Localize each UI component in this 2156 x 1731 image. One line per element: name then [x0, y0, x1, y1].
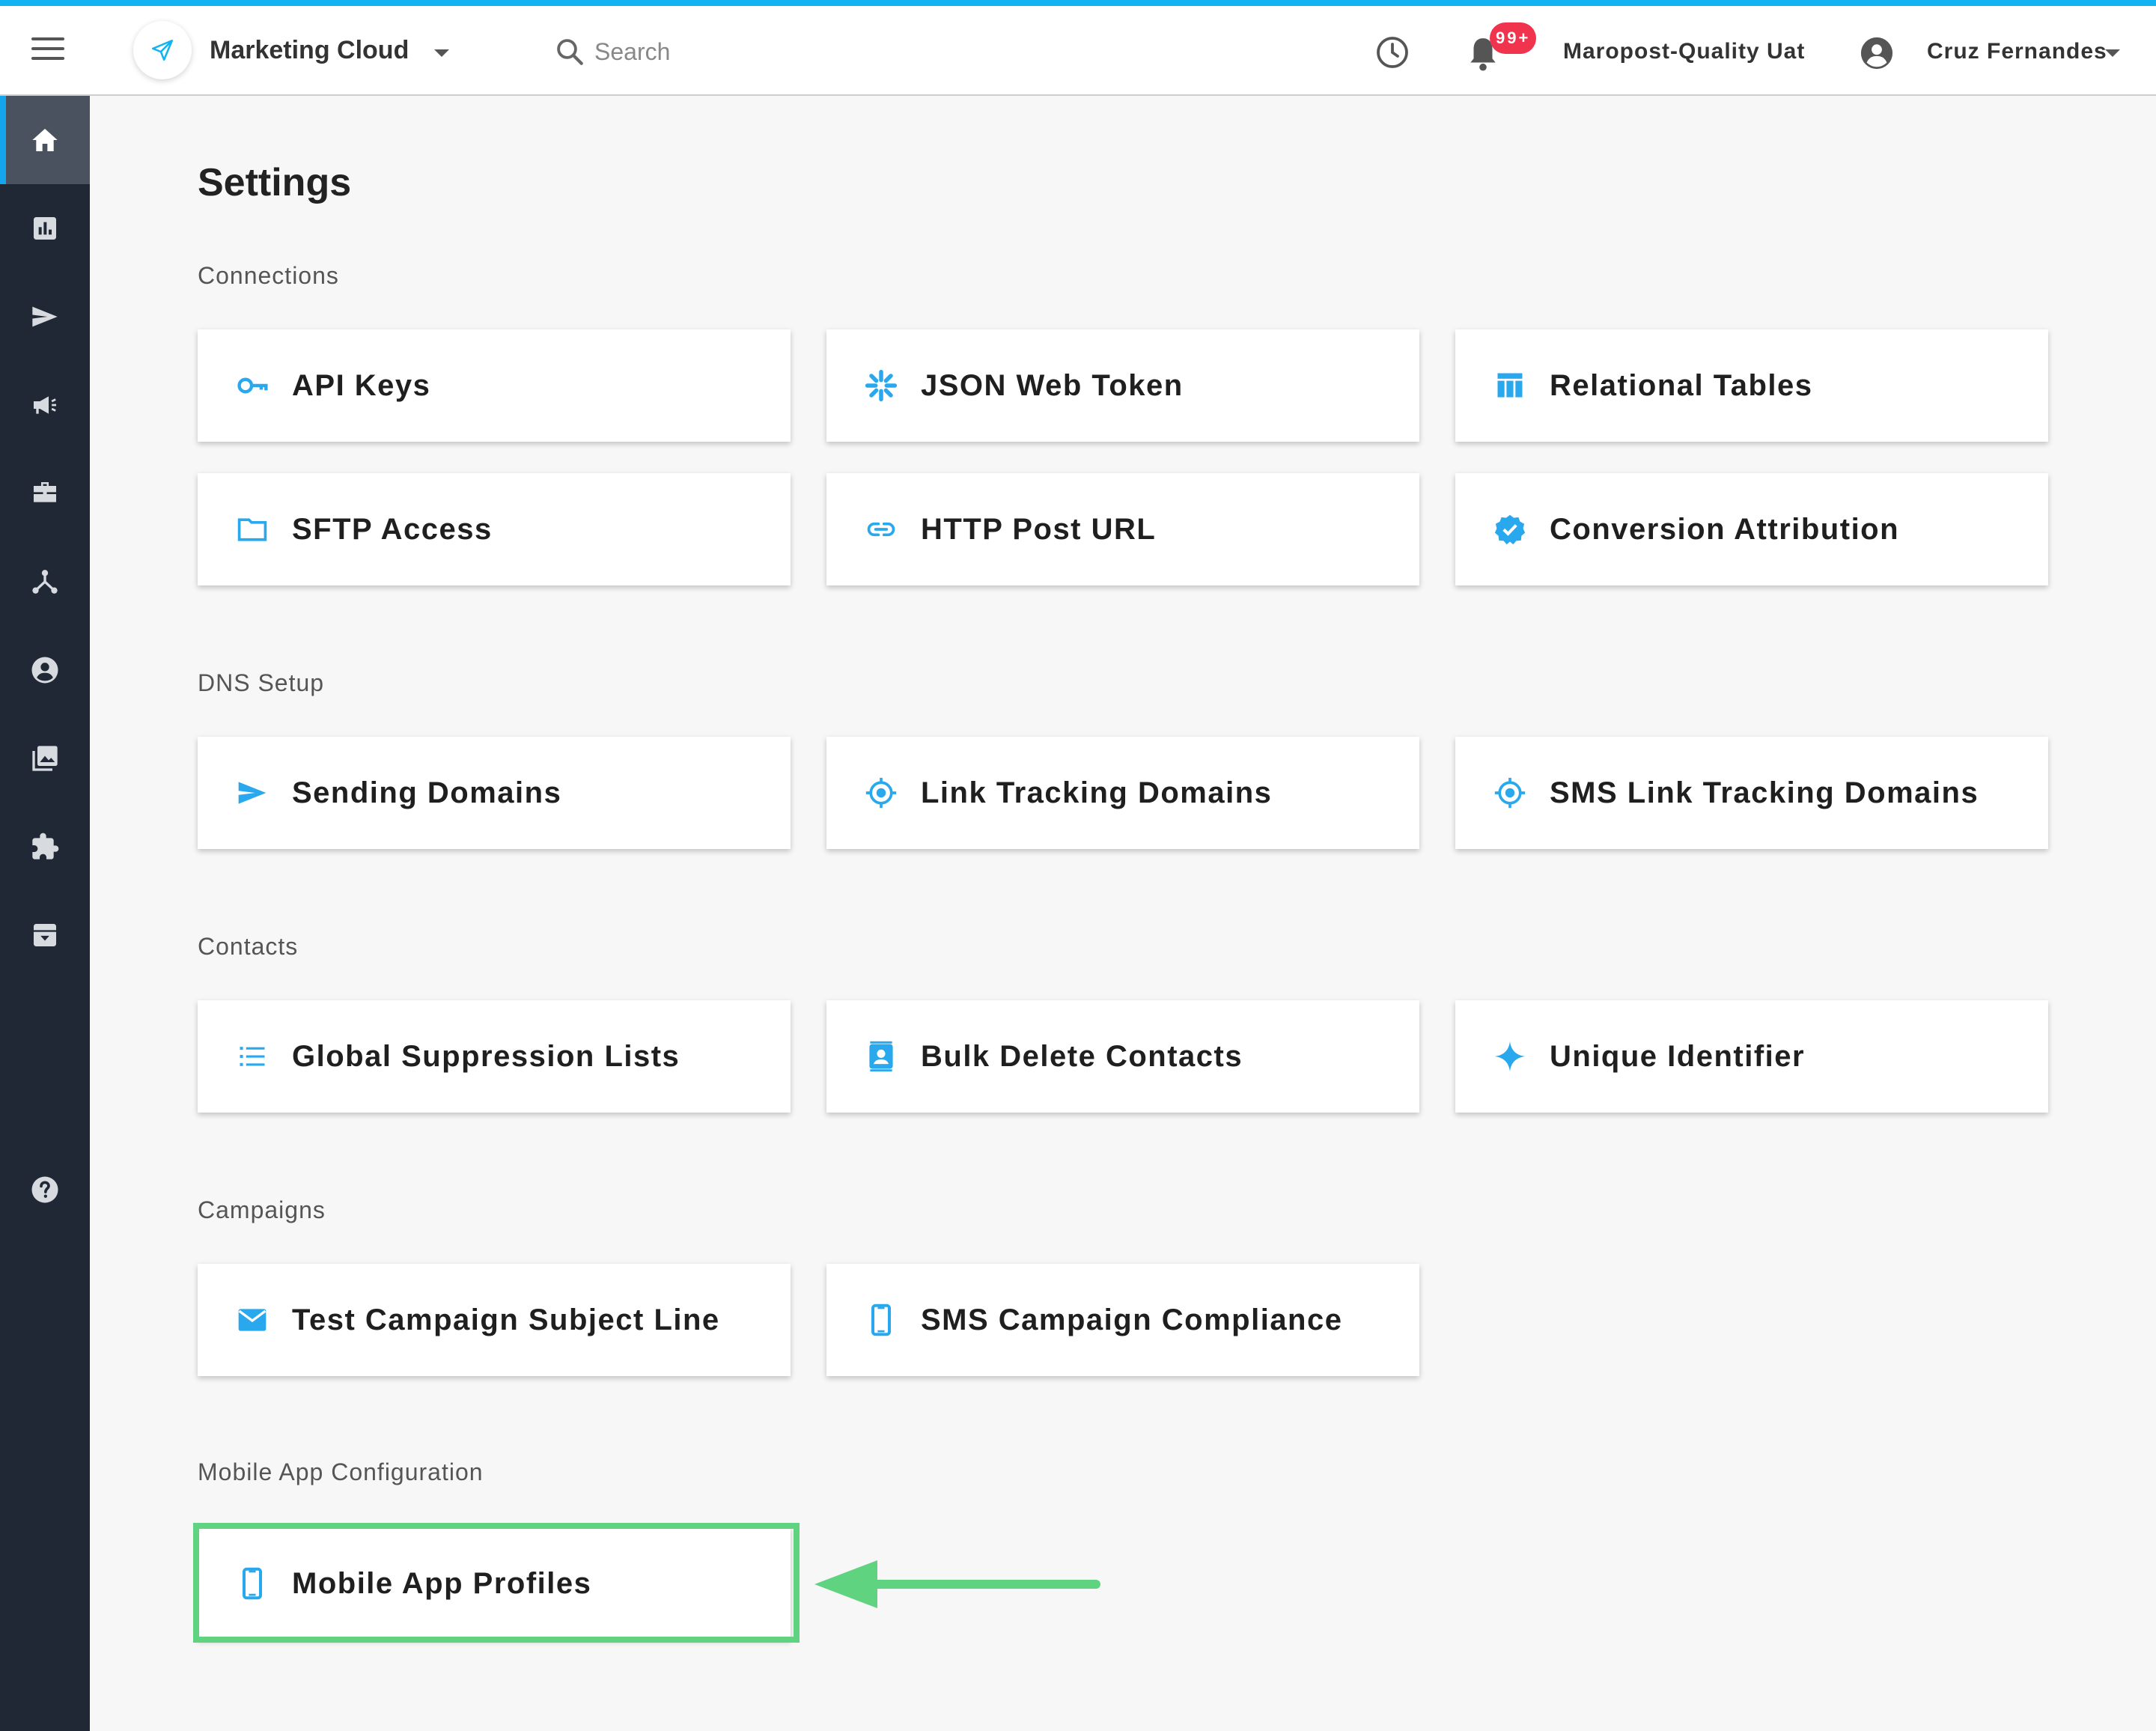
card-label: Link Tracking Domains — [921, 776, 1273, 809]
app-switcher[interactable]: Marketing Cloud — [210, 36, 409, 65]
sidebar-item-send[interactable] — [0, 273, 90, 361]
top-bar: Marketing Cloud 99+ Maropost-Quality Uat… — [0, 6, 2156, 96]
card-bulk-delete-contacts[interactable]: Bulk Delete Contacts — [826, 1000, 1419, 1113]
send-icon — [32, 306, 58, 327]
home-icon — [32, 129, 58, 151]
card-label: Global Suppression Lists — [292, 1039, 680, 1073]
card-label: Conversion Attribution — [1550, 512, 1900, 546]
card-global-suppression-lists[interactable]: Global Suppression Lists — [198, 1000, 791, 1113]
annotation-arrow-shaft — [861, 1580, 1100, 1589]
card-relational-tables[interactable]: Relational Tables — [1455, 329, 2048, 442]
top-accent-stripe — [0, 0, 2156, 6]
search-input[interactable] — [593, 37, 776, 67]
user-menu[interactable]: Cruz Fernandes — [1927, 39, 2107, 64]
user-avatar-icon[interactable] — [1860, 36, 1894, 70]
card-api-keys[interactable]: API Keys — [198, 329, 791, 442]
card-label: Relational Tables — [1550, 368, 1813, 402]
card-conversion-attribution[interactable]: Conversion Attribution — [1455, 473, 2048, 585]
card-label: SFTP Access — [292, 512, 493, 546]
search-icon — [557, 39, 583, 65]
sidebar-item-campaigns[interactable] — [0, 361, 90, 449]
section-title-dns-setup: DNS Setup — [198, 669, 325, 696]
search-bar[interactable] — [554, 33, 779, 70]
chevron-down-icon[interactable] — [2105, 49, 2120, 57]
table-icon — [1493, 368, 1527, 403]
card-label: Test Campaign Subject Line — [292, 1303, 720, 1336]
link-icon — [864, 512, 898, 547]
card-sms-campaign-compliance[interactable]: SMS Campaign Compliance — [826, 1264, 1419, 1376]
app-logo[interactable] — [133, 21, 192, 79]
card-test-campaign-subject-line[interactable]: Test Campaign Subject Line — [198, 1264, 791, 1376]
briefcase-icon — [34, 482, 56, 502]
media-library-icon — [32, 746, 58, 771]
card-sending-domains[interactable]: Sending Domains — [198, 737, 791, 849]
section-title-mobile-app-configuration: Mobile App Configuration — [198, 1458, 484, 1485]
mail-icon — [235, 1303, 270, 1337]
phone-icon — [864, 1303, 898, 1337]
card-label: HTTP Post URL — [921, 512, 1157, 546]
account-name[interactable]: Maropost-Quality Uat — [1563, 39, 1805, 64]
card-http-post-url[interactable]: HTTP Post URL — [826, 473, 1419, 585]
send-icon — [235, 776, 270, 810]
sidebar-item-extensions[interactable] — [0, 803, 90, 891]
sidebar-item-journeys[interactable] — [0, 538, 90, 626]
card-label: Sending Domains — [292, 776, 562, 809]
sidebar-item-help[interactable] — [0, 1146, 90, 1234]
target-icon — [864, 776, 898, 810]
sidebar-item-contacts[interactable] — [0, 626, 90, 714]
folder-icon — [235, 512, 270, 547]
card-link-tracking-domains[interactable]: Link Tracking Domains — [826, 737, 1419, 849]
card-label: JSON Web Token — [921, 368, 1184, 402]
key-icon — [235, 368, 270, 403]
card-label: SMS Link Tracking Domains — [1550, 776, 1979, 809]
section-title-connections: Connections — [198, 262, 339, 289]
target-icon — [1493, 776, 1527, 810]
sidebar-item-business[interactable] — [0, 449, 90, 538]
section-title-campaigns: Campaigns — [198, 1196, 326, 1223]
help-icon — [31, 1176, 58, 1203]
archive-icon — [34, 924, 56, 946]
card-json-web-token[interactable]: JSON Web Token — [826, 329, 1419, 442]
sidebar-item-reports[interactable] — [0, 184, 90, 273]
chevron-down-icon[interactable] — [434, 49, 449, 57]
journey-icon — [32, 570, 58, 594]
campaign-megaphone-icon — [34, 396, 56, 414]
sidebar — [0, 96, 90, 1731]
card-label: Bulk Delete Contacts — [921, 1039, 1243, 1073]
asterisk-icon — [864, 368, 898, 403]
notification-badge: 99+ — [1490, 22, 1537, 54]
list-icon — [235, 1039, 270, 1074]
sidebar-item-media[interactable] — [0, 714, 90, 803]
contacts-icon — [31, 657, 58, 684]
navigation-arrow-icon — [151, 39, 174, 61]
page-title: Settings — [198, 161, 352, 204]
verified-icon — [1493, 512, 1527, 547]
sidebar-item-archive[interactable] — [0, 891, 90, 979]
history-clock-icon[interactable] — [1374, 34, 1410, 70]
card-unique-identifier[interactable]: Unique Identifier — [1455, 1000, 2048, 1113]
card-label: API Keys — [292, 368, 431, 402]
card-label: SMS Campaign Compliance — [921, 1303, 1343, 1336]
contact-card-icon — [864, 1039, 898, 1074]
card-label: Unique Identifier — [1550, 1039, 1806, 1073]
reports-icon — [34, 217, 56, 240]
sparkle-icon — [1493, 1039, 1527, 1074]
section-title-contacts: Contacts — [198, 933, 299, 960]
highlight-box — [193, 1523, 800, 1643]
card-sftp-access[interactable]: SFTP Access — [198, 473, 791, 585]
extensions-icon — [32, 833, 59, 860]
card-sms-link-tracking-domains[interactable]: SMS Link Tracking Domains — [1455, 737, 2048, 849]
sidebar-item-home[interactable] — [0, 96, 90, 184]
menu-icon[interactable] — [31, 37, 64, 63]
